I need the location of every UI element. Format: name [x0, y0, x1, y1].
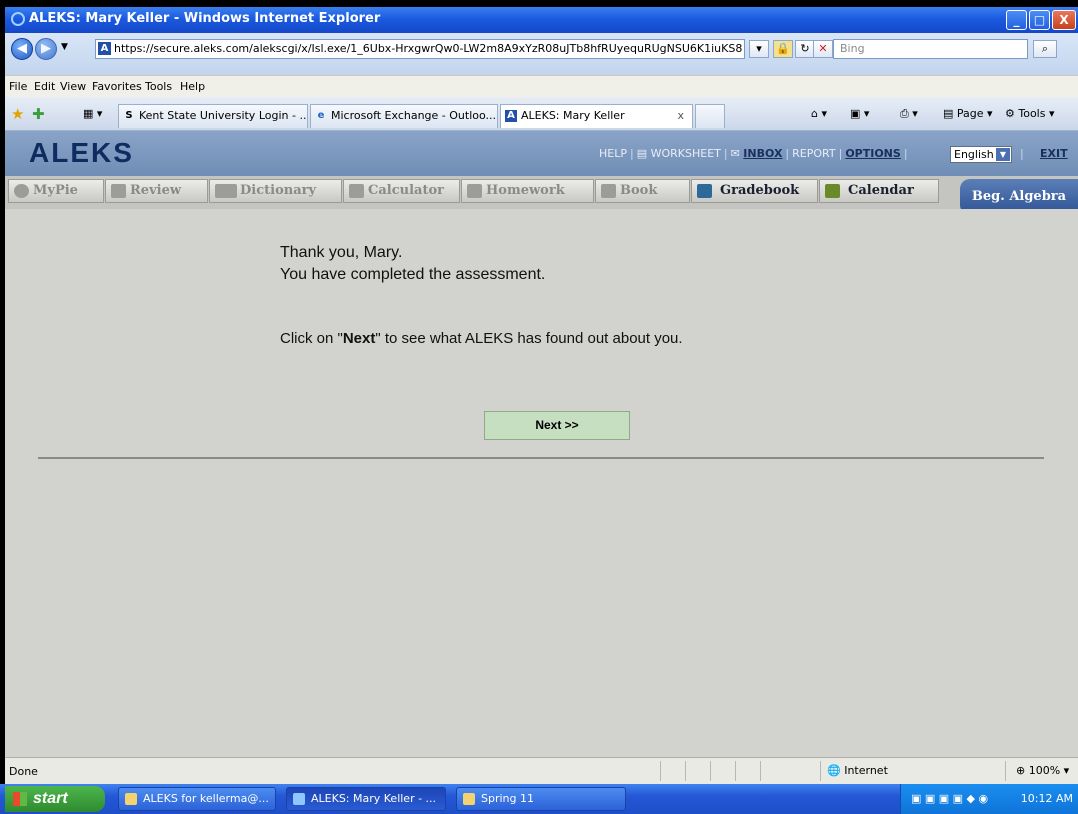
aleks-site-icon: A: [98, 42, 111, 55]
worksheet-icon: ▤: [636, 147, 651, 160]
tab-kent-state[interactable]: S Kent State University Login - ...: [118, 104, 308, 128]
tab-mypie[interactable]: MyPie: [8, 179, 104, 203]
search-icon[interactable]: ⌕: [1033, 40, 1057, 58]
menu-help[interactable]: Help: [180, 80, 205, 93]
exit-link[interactable]: EXIT: [1040, 147, 1068, 160]
language-select[interactable]: English ▼: [950, 146, 1012, 163]
window-titlebar: ALEKS: Mary Keller - Windows Internet Ex…: [5, 7, 1078, 33]
address-bar: ◀ ▶ ▼ A https://secure.aleks.com/alekscg…: [5, 33, 1078, 75]
maximize-button[interactable]: □: [1029, 10, 1050, 30]
menu-favorites[interactable]: Favorites: [92, 80, 142, 93]
book-open-icon: [215, 184, 237, 198]
quick-tabs-icon[interactable]: ▦ ▾: [83, 107, 102, 120]
ie-icon: [11, 12, 25, 26]
completed-message: You have completed the assessment.: [280, 266, 546, 283]
zoom-icon: ⊕: [1016, 764, 1026, 777]
minimize-button[interactable]: _: [1006, 10, 1027, 30]
print-icon[interactable]: ⎙ ▾: [900, 107, 918, 121]
calendar-icon: [825, 184, 840, 198]
menu-edit[interactable]: Edit: [34, 80, 55, 93]
stop-icon[interactable]: ✕: [813, 40, 833, 58]
tab-aleks[interactable]: A ALEKS: Mary Keller x: [500, 104, 693, 128]
aleks-nav-tabs: MyPie Review Dictionary Calculator Homew…: [5, 176, 1078, 215]
e-book-icon: [601, 184, 616, 198]
aleks-favicon: A: [505, 110, 517, 122]
close-button[interactable]: X: [1052, 10, 1076, 30]
menu-tools[interactable]: Tools: [145, 80, 172, 93]
tab-homework[interactable]: Homework: [461, 179, 594, 203]
taskbar-item-ie-aleks[interactable]: ALEKS: Mary Keller - ...: [286, 787, 446, 811]
system-tray: ▣ ▣ ▣ ▣ ◆ ◉ 10:12 AM: [900, 784, 1078, 814]
aleks-logo: ALEKS: [29, 137, 134, 168]
window-title: ALEKS: Mary Keller - Windows Internet Ex…: [29, 11, 381, 26]
refresh-icon[interactable]: ↻: [795, 40, 815, 58]
chevron-down-icon: ▼: [996, 148, 1010, 161]
inbox-link[interactable]: INBOX: [743, 147, 782, 160]
close-tab-icon[interactable]: x: [677, 105, 684, 127]
next-button[interactable]: Next >>: [484, 411, 630, 440]
taskbar-item-spring11[interactable]: Spring 11: [456, 787, 626, 811]
lock-icon[interactable]: 🔒: [773, 40, 793, 58]
tray-icons[interactable]: ▣ ▣ ▣ ▣ ◆ ◉: [911, 792, 988, 805]
tab-microsoft-exchange[interactable]: e Microsoft Exchange - Outloo...: [310, 104, 498, 128]
add-favorites-icon[interactable]: ✚: [32, 105, 45, 123]
url-input[interactable]: A https://secure.aleks.com/alekscgi/x/Is…: [95, 39, 745, 59]
url-text: https://secure.aleks.com/alekscgi/x/Isl.…: [114, 42, 743, 55]
menu-file[interactable]: File: [9, 80, 27, 93]
clock: 10:12 AM: [1020, 792, 1073, 805]
options-link[interactable]: OPTIONS: [845, 147, 901, 160]
ie-icon: [293, 793, 305, 805]
tab-review[interactable]: Review: [105, 179, 208, 203]
url-dropdown-icon[interactable]: ▾: [749, 40, 769, 58]
ie-favicon: e: [317, 110, 325, 121]
zoom-control[interactable]: ⊕ 100% ▾: [1005, 761, 1078, 781]
aleks-top-links: HELP | ▤ WORKSHEET | ✉ INBOX | REPORT | OPTIONS |: [599, 147, 908, 160]
search-input[interactable]: Bing: [833, 39, 1028, 59]
back-button[interactable]: ◀: [11, 38, 33, 60]
report-link[interactable]: REPORT: [792, 147, 835, 160]
security-zone[interactable]: 🌐 Internet: [820, 761, 977, 781]
home-icon[interactable]: ⌂ ▾: [811, 107, 827, 120]
recent-pages-dropdown-icon[interactable]: ▼: [61, 42, 68, 52]
divider: [38, 457, 1044, 459]
aleks-header: ALEKS HELP | ▤ WORKSHEET | ✉ INBOX | REPORT | OP…: [5, 131, 1078, 176]
tools-menu[interactable]: ⚙ Tools ▾: [1005, 107, 1055, 120]
checkmark-icon: [111, 184, 126, 198]
menu-view[interactable]: View: [60, 80, 86, 93]
gradebook-icon: [697, 184, 712, 198]
favorites-star-icon[interactable]: ★: [11, 105, 24, 123]
worksheet-link[interactable]: WORKSHEET: [651, 147, 721, 160]
taskbar-item-aleks-email[interactable]: ALEKS for kellerma@...: [118, 787, 276, 811]
help-link[interactable]: HELP: [599, 147, 627, 160]
page-menu[interactable]: ▤ Page ▾: [943, 107, 993, 120]
start-button[interactable]: start: [5, 786, 105, 812]
tab-dictionary[interactable]: Dictionary: [209, 179, 342, 203]
app-icon: [125, 793, 137, 805]
menu-bar: File Edit View Favorites Tools Help: [5, 75, 1078, 97]
tab-book[interactable]: Book: [595, 179, 690, 203]
status-text: Done: [9, 765, 38, 778]
taskbar: start ALEKS for kellerma@... ALEKS: Mary…: [0, 784, 1078, 814]
pie-icon: [14, 184, 29, 198]
feeds-icon[interactable]: ▣ ▾: [850, 107, 869, 120]
calculator-icon: [349, 184, 364, 198]
new-tab-button[interactable]: [695, 104, 725, 128]
tab-calculator[interactable]: Calculator: [343, 179, 460, 203]
tab-calendar[interactable]: Calendar: [819, 179, 939, 203]
inbox-icon: ✉: [730, 147, 744, 160]
instruction-text: Click on "Next" to see what ALEKS has fo…: [280, 330, 683, 347]
status-bar: Done 🌐 Internet ⊕ 100% ▾: [5, 757, 1078, 784]
kent-state-favicon: S: [125, 110, 133, 121]
folder-icon: [463, 793, 475, 805]
main-content: Thank you, Mary. You have completed the …: [5, 209, 1078, 757]
globe-icon: 🌐: [827, 764, 841, 777]
separator: |: [1020, 147, 1024, 160]
thank-you-message: Thank you, Mary.: [280, 244, 403, 261]
tab-gradebook[interactable]: Gradebook: [691, 179, 818, 203]
tab-bar: ★ ✚ ▦ ▾ S Kent State University Login - …: [5, 97, 1078, 131]
pencil-icon: [467, 184, 482, 198]
forward-button[interactable]: ▶: [35, 38, 57, 60]
windows-flag-icon: [13, 792, 27, 806]
